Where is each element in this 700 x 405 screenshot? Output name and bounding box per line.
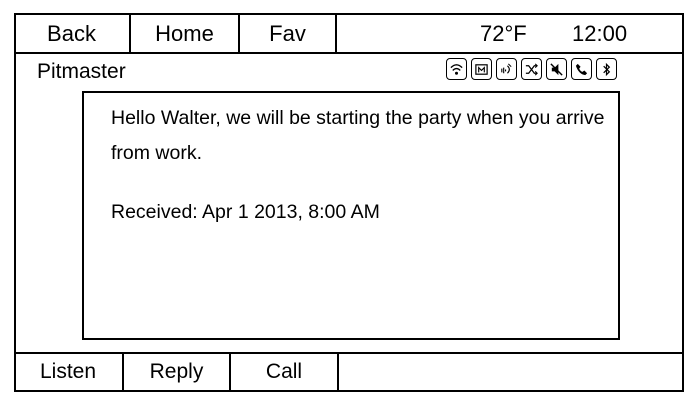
back-button-label: Back	[47, 20, 96, 46]
bluetooth-icon	[596, 58, 617, 80]
page-title: Pitmaster	[37, 60, 126, 83]
reply-button[interactable]: Reply	[124, 352, 231, 392]
fav-button-label: Fav	[269, 20, 306, 46]
temperature-readout: 72°F	[480, 20, 527, 46]
media-icon	[471, 58, 492, 80]
wifi-icon	[446, 58, 467, 80]
received-timestamp: Received: Apr 1 2013, 8:00 AM	[111, 201, 380, 223]
voice-icon	[496, 58, 517, 80]
home-button-label: Home	[155, 20, 214, 46]
call-button-label: Call	[265, 360, 303, 383]
call-button[interactable]: Call	[231, 352, 339, 392]
phone-icon	[571, 58, 592, 80]
home-button[interactable]: Home	[131, 13, 240, 54]
mute-icon	[546, 58, 567, 80]
fav-button[interactable]: Fav	[240, 13, 337, 54]
back-button[interactable]: Back	[14, 13, 131, 54]
shuffle-icon	[521, 58, 542, 80]
reply-button-label: Reply	[149, 360, 204, 383]
message-box: Hello Walter, we will be starting the pa…	[82, 91, 620, 340]
listen-button[interactable]: Listen	[14, 352, 124, 392]
clock: 12:00	[572, 20, 628, 46]
status-icons-bar	[446, 58, 617, 80]
message-body: Hello Walter, we will be starting the pa…	[111, 107, 605, 164]
listen-button-label: Listen	[39, 360, 97, 383]
